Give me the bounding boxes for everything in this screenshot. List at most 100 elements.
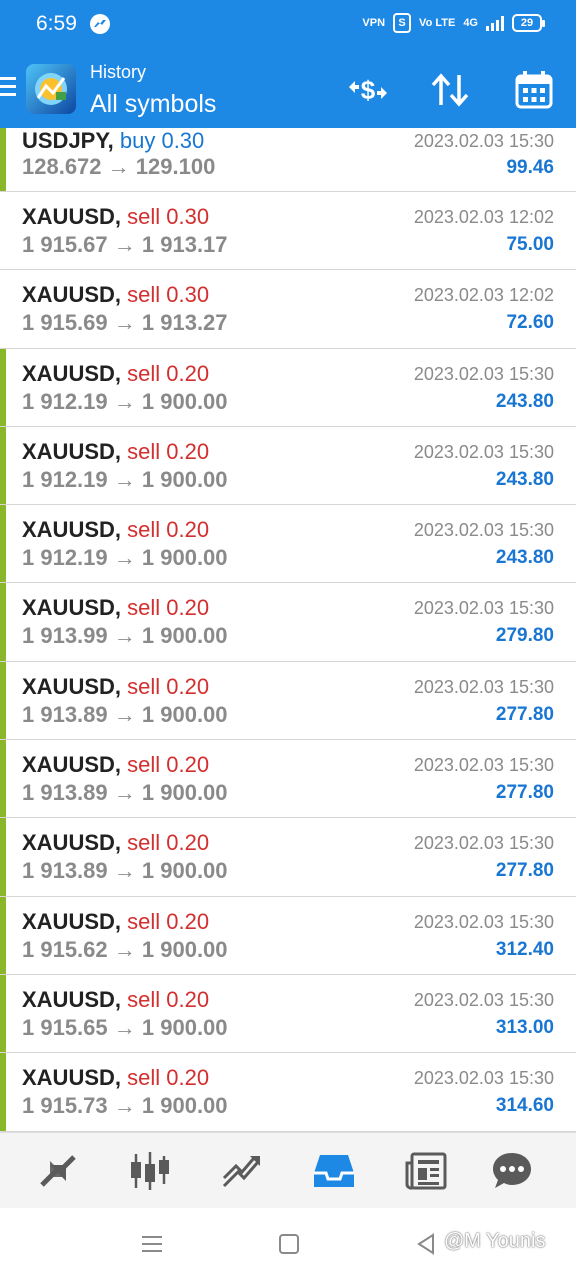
deal-profit: 99.46 xyxy=(506,157,554,178)
deal-open-price: 1 913.89 xyxy=(22,701,108,727)
deal-row[interactable]: USDJPY, buy 0.30 128.672 → 129.100 2023.02… xyxy=(0,128,576,192)
network-type-icon: 4G xyxy=(463,16,478,29)
svg-text:$: $ xyxy=(361,75,376,105)
status-icons: VPN S Vo LTE 4G 29 xyxy=(362,13,545,33)
deal-row[interactable]: XAUUSD, sell 0.20 1 913.89 → 1 900.00 2023… xyxy=(0,661,576,741)
deal-title: XAUUSD, sell 0.20 xyxy=(22,1065,209,1091)
deal-profit: 72.60 xyxy=(506,312,554,334)
deal-accent-bar xyxy=(0,896,6,974)
currency-exchange-icon[interactable]: $ xyxy=(346,68,390,112)
deal-side: sell xyxy=(127,752,161,778)
symbol-filter[interactable]: All symbols xyxy=(90,90,216,119)
deal-volume: 0.30 xyxy=(166,204,210,229)
deal-prices: 1 912.19 → 1 900.00 xyxy=(22,545,228,571)
deal-title: XAUUSD, sell 0.20 xyxy=(22,595,209,621)
deal-close-price: 1 900.00 xyxy=(141,545,228,571)
deal-accent-bar xyxy=(0,426,6,505)
deal-row[interactable]: XAUUSD, sell 0.20 1 913.89 → 1 900.00 2023… xyxy=(0,818,576,897)
deal-arrow: → xyxy=(113,232,136,257)
history-icon[interactable] xyxy=(312,1149,356,1193)
deal-side: sell xyxy=(127,204,161,229)
deal-open-price: 1 915.62 xyxy=(22,936,108,962)
status-bar: 6:59 VPN S Vo LTE 4G 29 xyxy=(0,0,576,50)
deal-side: sell xyxy=(127,517,161,543)
deal-row[interactable]: XAUUSD, sell 0.20 1 913.89 → 1 900.00 2023… xyxy=(0,740,576,819)
deal-open-price: 1 913.89 xyxy=(22,858,108,884)
deal-accent-bar xyxy=(0,583,6,661)
deal-profit: 314.60 xyxy=(495,1095,554,1117)
deal-close-price: 1 913.27 xyxy=(141,310,228,336)
deal-title: USDJPY, buy 0.30 xyxy=(22,128,204,154)
signal-icon xyxy=(486,15,504,31)
deal-accent-bar xyxy=(0,740,6,818)
deal-arrow: → xyxy=(113,466,136,492)
deal-time: 2023.02.03 15:30 xyxy=(413,598,554,619)
deal-open-price: 1 912.19 xyxy=(22,545,108,571)
deal-side: sell xyxy=(127,360,161,386)
deal-accent-bar xyxy=(0,348,6,426)
deal-time: 2023.02.03 15:30 xyxy=(413,833,554,854)
watermark: @M Younis xyxy=(444,1230,546,1252)
deal-symbol: XAUUSD, xyxy=(22,204,122,229)
deal-profit: 243.80 xyxy=(495,468,554,490)
deal-row[interactable]: XAUUSD, sell 0.30 1 915.67 → 1 913.17 2023… xyxy=(0,192,576,271)
deal-row[interactable]: XAUUSD, sell 0.20 1 912.19 → 1 900.00 2023… xyxy=(0,505,576,584)
deal-accent-bar xyxy=(0,505,6,583)
deal-profit: 279.80 xyxy=(495,625,554,647)
deal-prices: 1 912.19 → 1 900.00 xyxy=(22,389,228,415)
deal-prices: 1 915.73 → 1 900.00 xyxy=(22,1093,228,1119)
back-icon[interactable] xyxy=(414,1232,438,1256)
deal-symbol: XAUUSD, xyxy=(22,830,122,856)
sort-icon[interactable] xyxy=(428,68,472,112)
deal-row[interactable]: XAUUSD, sell 0.20 1 912.19 → 1 900.00 2023… xyxy=(0,426,576,506)
news-icon[interactable] xyxy=(404,1149,448,1193)
app-bar: History All symbols $ xyxy=(0,50,576,128)
recents-icon[interactable] xyxy=(140,1232,164,1256)
deal-row[interactable]: XAUUSD, sell 0.20 1 915.73 → 1 900.00 2023… xyxy=(0,1053,576,1132)
deal-row[interactable]: XAUUSD, sell 0.20 1 913.99 → 1 900.00 2023… xyxy=(0,583,576,662)
deal-title: XAUUSD, sell 0.30 xyxy=(22,282,209,308)
trade-icon[interactable] xyxy=(220,1149,264,1193)
chat-icon[interactable] xyxy=(490,1149,534,1193)
deal-row[interactable]: XAUUSD, sell 0.30 1 915.69 → 1 913.27 2023… xyxy=(0,270,576,349)
deal-prices: 1 912.19 → 1 900.00 xyxy=(22,467,228,493)
deal-time: 2023.02.03 15:30 xyxy=(413,363,554,384)
deal-close-price: 1 900.00 xyxy=(141,780,228,806)
deal-close-price: 1 900.00 xyxy=(141,1093,228,1119)
deal-symbol: XAUUSD, xyxy=(22,986,122,1012)
deal-time: 2023.02.03 15:30 xyxy=(413,1068,554,1089)
deal-prices: 1 915.67 → 1 913.17 xyxy=(22,232,228,258)
deal-arrow: → xyxy=(113,1093,136,1119)
quotes-icon[interactable] xyxy=(36,1149,80,1193)
deal-close-price: 1 900.00 xyxy=(141,466,228,492)
chart-icon[interactable] xyxy=(128,1149,172,1193)
deal-time: 2023.02.03 12:02 xyxy=(413,285,554,306)
calendar-icon[interactable] xyxy=(512,68,556,112)
deal-arrow: → xyxy=(113,1014,136,1040)
deal-title: XAUUSD, sell 0.20 xyxy=(22,517,209,543)
deal-close-price: 1 900.00 xyxy=(141,1014,228,1040)
deal-row[interactable]: XAUUSD, sell 0.20 1 915.62 → 1 900.00 2023… xyxy=(0,896,576,975)
deal-open-price: 1 915.73 xyxy=(22,1093,108,1119)
deal-arrow: → xyxy=(113,388,136,414)
deal-row[interactable]: XAUUSD, sell 0.20 1 915.65 → 1 900.00 2023… xyxy=(0,974,576,1054)
deal-prices: 1 915.62 → 1 900.00 xyxy=(22,937,228,963)
deal-time: 2023.02.03 15:30 xyxy=(413,911,554,932)
screen-title: History xyxy=(90,62,147,82)
bottom-nav xyxy=(0,1132,576,1208)
deal-profit: 243.80 xyxy=(495,390,554,412)
deal-row[interactable]: XAUUSD, sell 0.20 1 912.19 → 1 900.00 2023… xyxy=(0,348,576,427)
history-list[interactable]: USDJPY, buy 0.30 128.672 → 129.100 2023.02… xyxy=(0,128,576,1132)
deal-title: XAUUSD, sell 0.20 xyxy=(22,674,209,700)
deal-title: XAUUSD, sell 0.20 xyxy=(22,361,209,387)
home-icon[interactable] xyxy=(277,1232,301,1256)
deal-open-price: 1 913.99 xyxy=(22,623,108,649)
deal-prices: 1 913.89 → 1 900.00 xyxy=(22,702,228,728)
deal-symbol: XAUUSD, xyxy=(22,360,122,386)
deal-close-price: 1 900.00 xyxy=(141,936,228,962)
menu-icon[interactable] xyxy=(0,77,16,97)
deal-time: 2023.02.03 12:02 xyxy=(413,207,554,227)
deal-prices: 1 913.99 → 1 900.00 xyxy=(22,623,228,649)
deal-close-price: 1 900.00 xyxy=(141,701,228,727)
vpn-icon: VPN xyxy=(362,16,386,29)
